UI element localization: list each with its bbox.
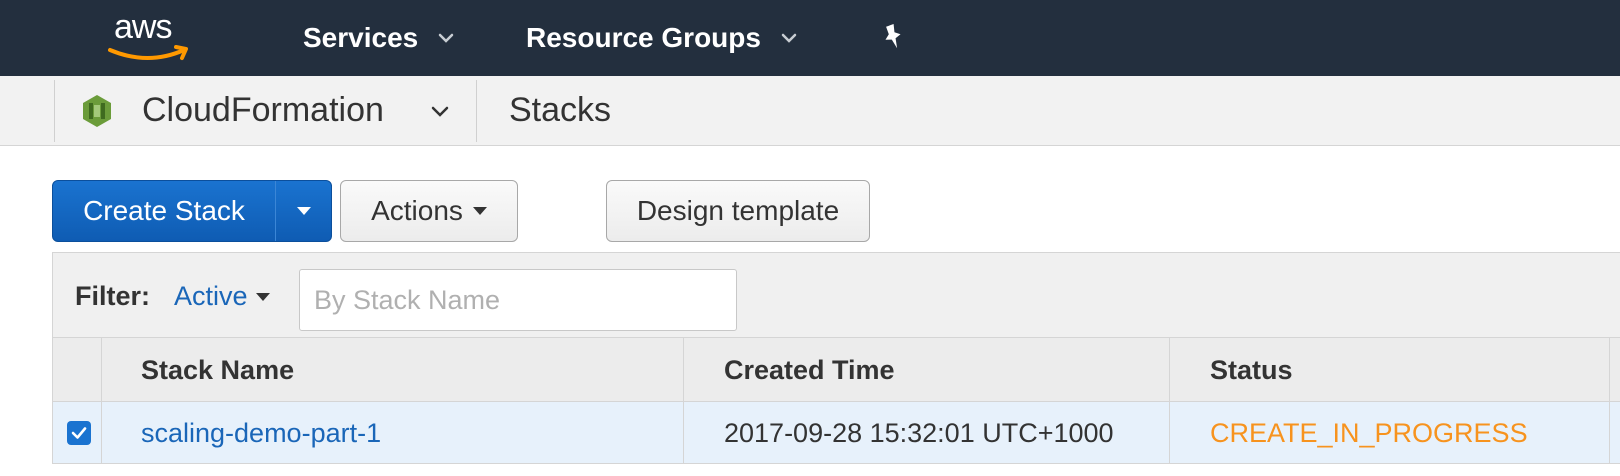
table-row[interactable]: scaling-demo-part-1 2017-09-28 15:32:01 … (52, 402, 1620, 464)
column-header-status[interactable]: Status (1210, 338, 1293, 402)
services-label: Services (303, 22, 419, 53)
create-stack-split-button: Create Stack (52, 180, 332, 242)
stack-name-search-input[interactable] (299, 269, 737, 331)
divider (683, 338, 684, 402)
created-time-cell: 2017-09-28 15:32:01 UTC+1000 (724, 402, 1114, 464)
divider (54, 80, 55, 142)
create-stack-label: Create Stack (83, 195, 245, 226)
column-header-label: Stack Name (141, 354, 295, 385)
divider (476, 80, 477, 142)
design-template-label: Design template (636, 195, 840, 226)
chevron-down-icon (438, 33, 454, 43)
actions-label: Actions (371, 195, 463, 226)
pin-icon[interactable] (878, 22, 908, 52)
status-text: CREATE_IN_PROGRESS (1210, 417, 1528, 448)
stack-name-cell: scaling-demo-part-1 (141, 402, 381, 464)
aws-logo[interactable]: aws (108, 8, 192, 64)
page-title: Stacks (509, 91, 612, 129)
service-subnav: CloudFormation Stacks (0, 76, 1620, 146)
actions-button[interactable]: Actions (340, 180, 518, 242)
chevron-down-icon[interactable] (428, 100, 452, 124)
divider (1169, 402, 1170, 464)
filter-label: Filter: (75, 281, 151, 311)
filter-dropdown[interactable]: Active (174, 281, 270, 312)
divider (1609, 338, 1610, 402)
caret-down-icon (297, 207, 311, 215)
service-name[interactable]: CloudFormation (142, 91, 384, 130)
create-stack-dropdown-button[interactable] (276, 181, 332, 241)
filter-bar: Filter: Active (52, 252, 1620, 338)
chevron-down-icon (781, 33, 797, 43)
column-header-created-time[interactable]: Created Time (724, 338, 895, 402)
divider (1169, 338, 1170, 402)
divider (683, 402, 684, 464)
divider (101, 338, 102, 402)
column-header-label: Created Time (724, 354, 895, 385)
row-checkbox[interactable] (67, 421, 91, 445)
aws-logo-text: aws (114, 8, 172, 46)
created-time: 2017-09-28 15:32:01 UTC+1000 (724, 417, 1114, 448)
table-header: Stack Name Created Time Status (52, 338, 1620, 402)
cloudformation-icon (83, 95, 111, 127)
divider (1609, 402, 1610, 464)
create-stack-button[interactable]: Create Stack (53, 181, 275, 241)
status-cell: CREATE_IN_PROGRESS (1210, 402, 1528, 464)
aws-smile-icon (108, 45, 188, 60)
filter-value: Active (174, 281, 248, 311)
checkmark-icon (71, 427, 87, 439)
column-header-stack-name[interactable]: Stack Name (141, 338, 294, 402)
caret-down-icon (472, 207, 487, 215)
design-template-button[interactable]: Design template (606, 180, 870, 242)
top-navbar: aws Services Resource Groups (0, 0, 1620, 76)
divider (101, 402, 102, 464)
stack-name-link[interactable]: scaling-demo-part-1 (141, 418, 381, 449)
caret-down-icon (255, 292, 270, 301)
services-menu[interactable]: Services (303, 20, 456, 56)
column-header-label: Status (1210, 354, 1293, 385)
resource-groups-label: Resource Groups (526, 22, 761, 53)
resource-groups-menu[interactable]: Resource Groups (526, 20, 799, 56)
